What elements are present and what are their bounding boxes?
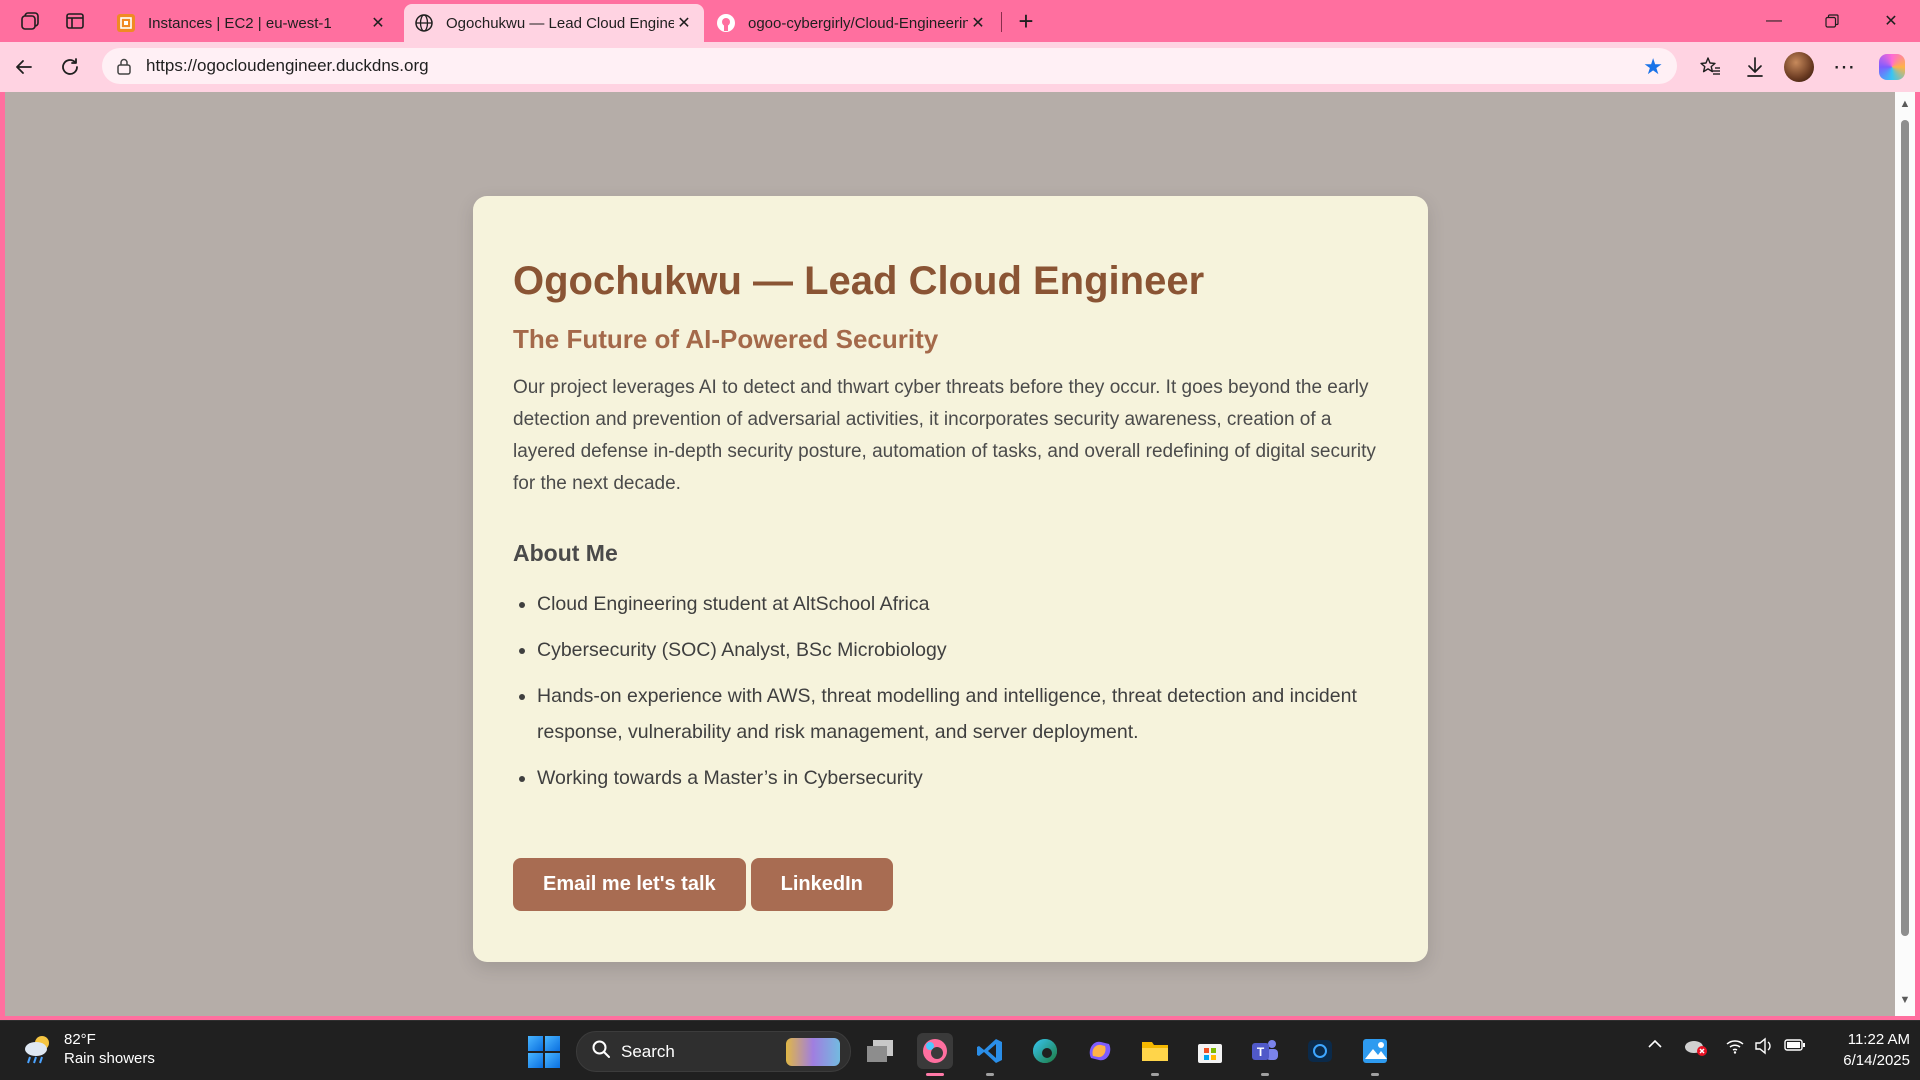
weather-temp: 82°F — [64, 1031, 96, 1048]
scroll-up-arrow[interactable]: ▲ — [1899, 98, 1911, 110]
downloads-icon[interactable] — [1738, 51, 1772, 83]
app-indicator — [1151, 1073, 1159, 1076]
globe-icon — [414, 13, 434, 33]
contact-buttons: Email me let's talk LinkedIn — [513, 858, 1388, 911]
vertical-tabs-icon[interactable] — [53, 3, 97, 39]
close-tab-icon[interactable]: ✕ — [968, 13, 988, 33]
task-view-icon[interactable] — [862, 1033, 898, 1069]
profile-card: Ogochukwu — Lead Cloud Engineer The Futu… — [473, 196, 1428, 962]
linkedin-button[interactable]: LinkedIn — [750, 858, 893, 911]
app-indicator — [1261, 1073, 1269, 1076]
page-subtitle: The Future of AI-Powered Security — [513, 324, 939, 354]
list-item: Hands-on experience with AWS, threat mod… — [537, 678, 1389, 750]
close-tab-icon[interactable]: ✕ — [368, 13, 388, 33]
browser-toolbar: https://ogocloudengineer.duckdns.org ★ ⋯ — [0, 42, 1920, 92]
email-button[interactable]: Email me let's talk — [513, 858, 746, 911]
photos-app-icon[interactable] — [1357, 1033, 1393, 1069]
tab-strip: Instances | EC2 | eu-west-1 ✕ Ogochukwu … — [0, 0, 1920, 42]
search-placeholder: Search — [621, 1041, 675, 1061]
taskbar: 82°F Rain showers Search T 11:22 AM 6/14… — [0, 1020, 1920, 1080]
minimize-button[interactable]: ― — [1745, 0, 1803, 42]
app-indicator — [1371, 1073, 1379, 1076]
refresh-button[interactable] — [54, 51, 86, 83]
rain-cloud-icon — [20, 1031, 56, 1067]
windows-start-icon[interactable] — [528, 1036, 560, 1068]
tab-title: Instances | EC2 | eu-west-1 — [148, 14, 332, 32]
vscode-icon[interactable] — [972, 1033, 1008, 1069]
about-list: Cloud Engineering student at AltSchool A… — [513, 586, 1388, 796]
taskbar-search[interactable]: Search — [576, 1031, 851, 1072]
back-button[interactable] — [8, 51, 40, 83]
tab-github-repo[interactable]: ogoo-cybergirly/Cloud-Engineering ✕ — [706, 4, 998, 42]
about-heading: About Me — [513, 540, 618, 566]
address-bar[interactable]: https://ogocloudengineer.duckdns.org ★ — [102, 48, 1677, 84]
clock-date: 6/14/2025 — [1843, 1052, 1910, 1069]
system-clock[interactable]: 11:22 AM 6/14/2025 — [1820, 1029, 1910, 1071]
page-scrollbar[interactable]: ▲ ▼ — [1895, 92, 1915, 1016]
clock-time: 11:22 AM — [1847, 1031, 1910, 1048]
wifi-icon[interactable] — [1725, 1037, 1745, 1060]
favorites-icon[interactable] — [1693, 51, 1727, 83]
tab-title: Ogochukwu — Lead Cloud Engineer — [446, 14, 674, 32]
workspaces-icon[interactable] — [8, 3, 52, 39]
app-indicator — [986, 1073, 994, 1076]
page-title: Ogochukwu — Lead Cloud Engineer — [513, 259, 1205, 303]
tab-portfolio[interactable]: Ogochukwu — Lead Cloud Engineer ✕ — [404, 4, 704, 42]
search-icon — [591, 1039, 611, 1065]
list-item: Working towards a Master’s in Cybersecur… — [537, 760, 1389, 796]
file-explorer-icon[interactable] — [1137, 1033, 1173, 1069]
github-icon — [716, 13, 736, 33]
site-info-icon[interactable] — [114, 57, 134, 75]
url-text[interactable]: https://ogocloudengineer.duckdns.org — [146, 56, 429, 76]
close-tab-icon[interactable]: ✕ — [674, 13, 694, 33]
favorite-star-icon[interactable]: ★ — [1643, 54, 1663, 80]
aws-ec2-icon — [116, 13, 136, 33]
battery-icon[interactable] — [1784, 1037, 1806, 1058]
teams-icon[interactable]: T — [1247, 1033, 1283, 1069]
scroll-thumb[interactable] — [1901, 120, 1909, 936]
show-hidden-icons[interactable] — [1647, 1037, 1663, 1056]
edge-dev-icon[interactable] — [1027, 1033, 1063, 1069]
tab-title: ogoo-cybergirly/Cloud-Engineering — [748, 14, 968, 32]
microsoft-store-icon[interactable] — [1192, 1033, 1228, 1069]
new-tab-button[interactable]: + — [1010, 6, 1042, 36]
profile-avatar[interactable] — [1784, 52, 1814, 82]
weather-widget[interactable]: 82°F Rain showers — [20, 1030, 155, 1068]
volume-icon[interactable] — [1754, 1037, 1774, 1060]
close-window-button[interactable]: ✕ — [1862, 0, 1920, 42]
onedrive-error-icon[interactable] — [1684, 1037, 1708, 1062]
tab-separator — [1001, 12, 1002, 32]
restore-button[interactable] — [1803, 0, 1861, 42]
svg-text:T: T — [1257, 1045, 1265, 1059]
more-options-icon[interactable]: ⋯ — [1827, 51, 1861, 83]
edge-browser-icon[interactable] — [917, 1033, 953, 1069]
copilot-icon[interactable] — [1879, 54, 1905, 80]
scroll-down-arrow[interactable]: ▼ — [1899, 994, 1911, 1006]
search-highlight-icon — [786, 1038, 840, 1066]
copilot-app-icon[interactable] — [1082, 1033, 1118, 1069]
list-item: Cloud Engineering student at AltSchool A… — [537, 586, 1389, 622]
intro-paragraph: Our project leverages AI to detect and t… — [513, 377, 1376, 494]
weather-description: Rain showers — [64, 1050, 155, 1067]
tab-ec2-instances[interactable]: Instances | EC2 | eu-west-1 ✕ — [106, 4, 398, 42]
active-app-indicator — [926, 1073, 944, 1076]
list-item: Cybersecurity (SOC) Analyst, BSc Microbi… — [537, 632, 1389, 668]
vpn-client-icon[interactable] — [1302, 1033, 1338, 1069]
